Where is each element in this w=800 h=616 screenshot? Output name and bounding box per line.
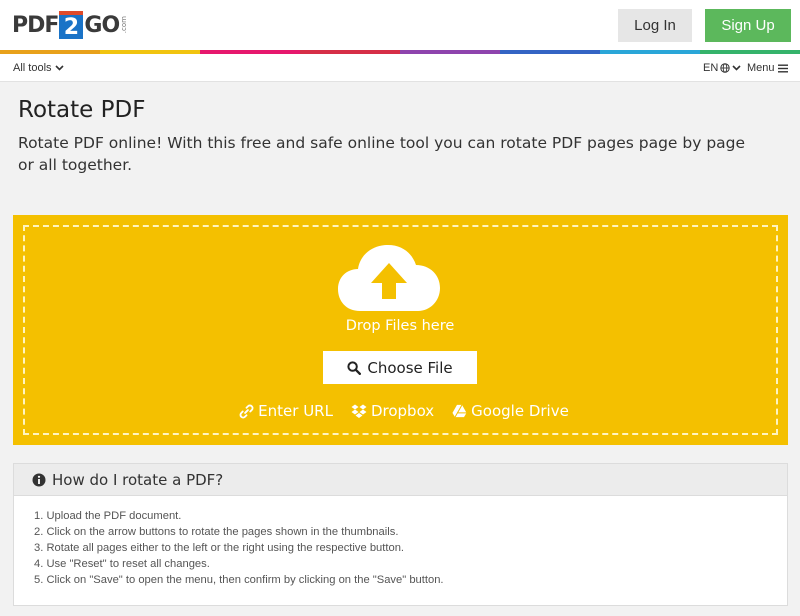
language-selector[interactable]: EN [703,62,741,74]
top-bar: PDF 2 GO .com Log In Sign Up [0,0,800,50]
all-tools-label: All tools [13,62,52,74]
howto-panel-header[interactable]: How do I rotate a PDF? [14,464,787,496]
cloud-upload-icon [338,245,440,311]
howto-steps-list: 1. Upload the PDF document. 2. Click on … [34,508,787,588]
howto-title: How do I rotate a PDF? [52,470,224,489]
enter-url-label: Enter URL [258,402,333,420]
link-icon [239,404,254,418]
login-button[interactable]: Log In [618,9,692,42]
howto-panel-body: 1. Upload the PDF document. 2. Click on … [14,496,787,588]
sub-navigation: All tools EN Menu [0,54,800,82]
chevron-down-icon [54,65,64,71]
howto-panel: How do I rotate a PDF? 1. Upload the PDF… [13,463,788,606]
upload-source-links: Enter URL Dropbox Google Drive [0,402,800,420]
howto-step: 5. Click on "Save" to open the menu, the… [34,574,444,586]
google-drive-label: Google Drive [471,402,569,420]
all-tools-dropdown[interactable]: All tools [13,62,64,74]
logo-two: 2 [59,11,84,40]
hamburger-icon [777,64,788,72]
google-drive-icon [452,404,467,418]
logo-pdf: PDF [12,12,59,38]
pdf2go-logo[interactable]: PDF 2 GO .com [12,9,128,41]
menu-label: Menu [747,62,775,74]
howto-step: 4. Use "Reset" to reset all changes. [34,558,210,570]
logo-com: .com [120,16,129,34]
dropbox-label: Dropbox [370,402,435,420]
info-icon [32,473,46,486]
enter-url-link[interactable]: Enter URL [239,402,333,420]
google-drive-link[interactable]: Google Drive [452,402,569,420]
signup-button[interactable]: Sign Up [705,9,791,42]
dropbox-icon [351,404,367,418]
howto-step: 1. Upload the PDF document. [34,510,182,522]
choose-file-label: Choose File [367,358,453,377]
howto-step: 2. Click on the arrow buttons to rotate … [34,526,399,538]
globe-icon [720,63,730,73]
page-title: Rotate PDF [18,97,146,123]
howto-step: 3. Rotate all pages either to the left o… [34,542,405,554]
language-label: EN [703,62,719,74]
chevron-down-icon [732,65,741,71]
logo-go: GO [84,12,120,38]
search-icon [347,360,362,375]
page-description: Rotate PDF online! With this free and sa… [18,134,746,174]
choose-file-button[interactable]: Choose File [323,351,477,384]
menu-button[interactable]: Menu [747,62,788,74]
drop-files-text: Drop Files here [345,318,455,334]
dropbox-link[interactable]: Dropbox [351,402,434,420]
